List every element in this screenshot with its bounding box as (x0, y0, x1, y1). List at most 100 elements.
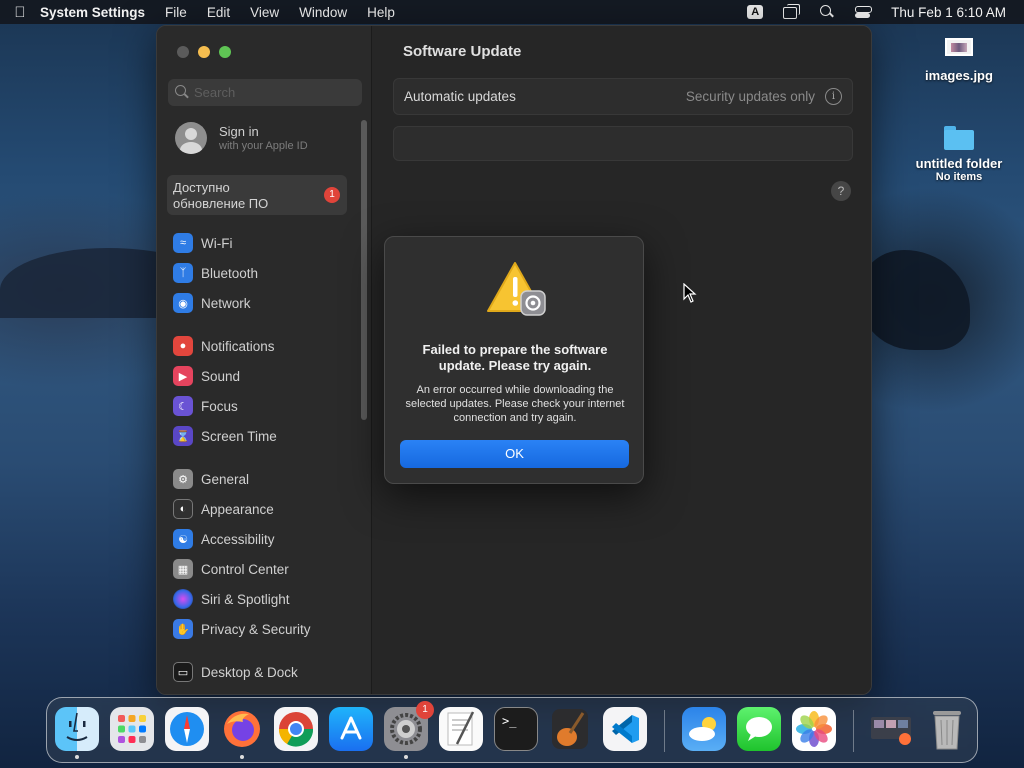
stage-manager-icon[interactable] (783, 4, 801, 19)
chrome-icon[interactable] (274, 707, 318, 751)
sidebar-item-label: Notifications (201, 338, 275, 354)
firefox-logo-icon (224, 711, 260, 747)
desktop-item-label: images.jpg (925, 68, 993, 83)
launchpad-grid-icon (118, 715, 146, 743)
moon-icon: ☾ (173, 396, 193, 416)
desktop-item-sublabel: No items (935, 171, 983, 183)
menu-window[interactable]: Window (299, 5, 347, 20)
terminal-icon[interactable]: >_ (494, 707, 538, 751)
dock-badge: 1 (416, 701, 434, 719)
input-source-icon[interactable]: A (747, 5, 764, 19)
desktop-item-label: untitled folder (915, 156, 1003, 171)
system-settings-icon[interactable]: 1 (384, 701, 434, 759)
sidebar-item-siri-spotlight[interactable]: Siri & Spotlight (173, 584, 358, 614)
sidebar-item-software-update-available[interactable]: Доступно обновление ПО 1 (167, 175, 347, 215)
garageband-icon[interactable] (548, 707, 592, 751)
running-indicator (404, 755, 408, 759)
textedit-icon[interactable] (439, 707, 483, 751)
app-menu[interactable]: System Settings (40, 5, 145, 20)
spotlight-search-icon[interactable] (819, 5, 835, 19)
sidebar-item-desktop-dock[interactable]: ▭ Desktop & Dock (173, 657, 358, 687)
firefox-icon[interactable] (220, 707, 264, 759)
sidebar-item-privacy-security[interactable]: ✋ Privacy & Security (173, 614, 358, 644)
sidebar-item-control-center[interactable]: ▦ Control Center (173, 554, 358, 584)
page-title: Software Update (403, 43, 522, 60)
signin-subtitle: with your Apple ID (219, 140, 308, 152)
automatic-updates-value-group: Security updates only i (686, 88, 842, 105)
sidebar-item-screen-time[interactable]: ⌛ Screen Time (173, 421, 358, 451)
update-label-line1: Доступно (173, 180, 230, 195)
running-indicator (75, 755, 79, 759)
menu-bar:  System Settings File Edit View Window … (0, 0, 1024, 24)
update-status-box (393, 126, 853, 161)
sidebar-scrollbar[interactable] (361, 120, 367, 420)
guitar-icon (552, 709, 588, 749)
sidebar-item-wifi[interactable]: ≈ Wi-Fi (173, 228, 358, 258)
trash-can-icon (933, 711, 961, 750)
sidebar-item-general[interactable]: ⚙ General (173, 464, 358, 494)
sidebar-item-accessibility[interactable]: ☯ Accessibility (173, 524, 358, 554)
weather-icon[interactable] (682, 707, 726, 751)
info-icon[interactable]: i (825, 88, 842, 105)
finder-icon[interactable] (55, 707, 99, 759)
sidebar-item-sound[interactable]: ▶ Sound (173, 361, 358, 391)
search-input[interactable] (194, 85, 354, 100)
sidebar-item-focus[interactable]: ☾ Focus (173, 391, 358, 421)
search-field[interactable] (168, 79, 362, 106)
image-thumbnail-icon (945, 38, 973, 56)
menu-help[interactable]: Help (367, 5, 395, 20)
menu-edit[interactable]: Edit (207, 5, 230, 20)
menu-view[interactable]: View (250, 5, 279, 20)
sidebar-item-label: Desktop & Dock (201, 664, 298, 680)
zoom-button[interactable] (219, 46, 231, 58)
desktop-file-images[interactable]: images.jpg (904, 38, 1014, 83)
trash-icon[interactable] (925, 707, 969, 751)
network-globe-icon: ◉ (173, 293, 193, 313)
ok-button[interactable]: OK (400, 440, 629, 468)
photos-icon[interactable] (792, 707, 836, 751)
search-icon (175, 85, 189, 99)
sidebar-item-label: Sound (201, 368, 241, 384)
close-button[interactable] (177, 46, 189, 58)
sidebar-item-notifications[interactable]: ● Notifications (173, 331, 358, 361)
safari-icon[interactable] (165, 707, 209, 751)
launchpad-icon[interactable] (110, 707, 154, 751)
app-store-icon[interactable] (329, 707, 373, 751)
sidebar: Sign in with your Apple ID Доступно обно… (157, 26, 372, 694)
gear-icon: ⚙ (173, 469, 193, 489)
messages-icon[interactable] (737, 707, 781, 751)
sidebar-item-appearance[interactable]: ◐ Appearance (173, 494, 358, 524)
apple-menu-icon[interactable]:  (0, 4, 40, 21)
sidebar-item-label: Bluetooth (201, 265, 259, 281)
menu-file[interactable]: File (165, 5, 187, 20)
minimize-button[interactable] (198, 46, 210, 58)
dock-separator (853, 710, 854, 752)
vscode-icon[interactable] (603, 707, 647, 751)
pen-paper-icon (447, 711, 475, 746)
downloads-stack-icon[interactable] (869, 707, 913, 751)
desktop-folder-untitled[interactable]: untitled folder No items (904, 126, 1014, 183)
sidebar-item-label: Control Center (201, 561, 289, 577)
accessibility-icon: ☯ (173, 529, 193, 549)
bell-icon: ● (173, 336, 193, 356)
speech-bubble-icon (746, 717, 772, 741)
automatic-updates-label: Automatic updates (404, 89, 516, 104)
app-store-a-icon (340, 716, 362, 740)
wifi-icon: ≈ (173, 233, 193, 253)
sidebar-item-label: Accessibility (201, 531, 275, 547)
mouse-pointer-icon (683, 283, 697, 303)
sidebar-item-label: Network (201, 295, 251, 311)
sidebar-item-network[interactable]: ◉ Network (173, 288, 358, 318)
sidebar-item-label: General (201, 471, 250, 487)
sidebar-group-attention: ● Notifications ▶ Sound ☾ Focus ⌛ Screen Tim… (173, 331, 358, 451)
control-center-menu-icon[interactable] (855, 5, 873, 19)
sidebar-item-bluetooth[interactable]: ᛉ Bluetooth (173, 258, 358, 288)
apple-id-signin[interactable]: Sign in with your Apple ID (175, 122, 308, 154)
window-controls (177, 46, 231, 58)
sidebar-item-label: Focus (201, 398, 238, 414)
sidebar-item-label: Screen Time (201, 428, 277, 444)
siri-icon (173, 589, 193, 609)
help-button[interactable]: ? (831, 181, 851, 201)
clock[interactable]: Thu Feb 1 6:10 AM (891, 5, 1006, 20)
sidebar-item-label: Siri & Spotlight (201, 591, 290, 607)
